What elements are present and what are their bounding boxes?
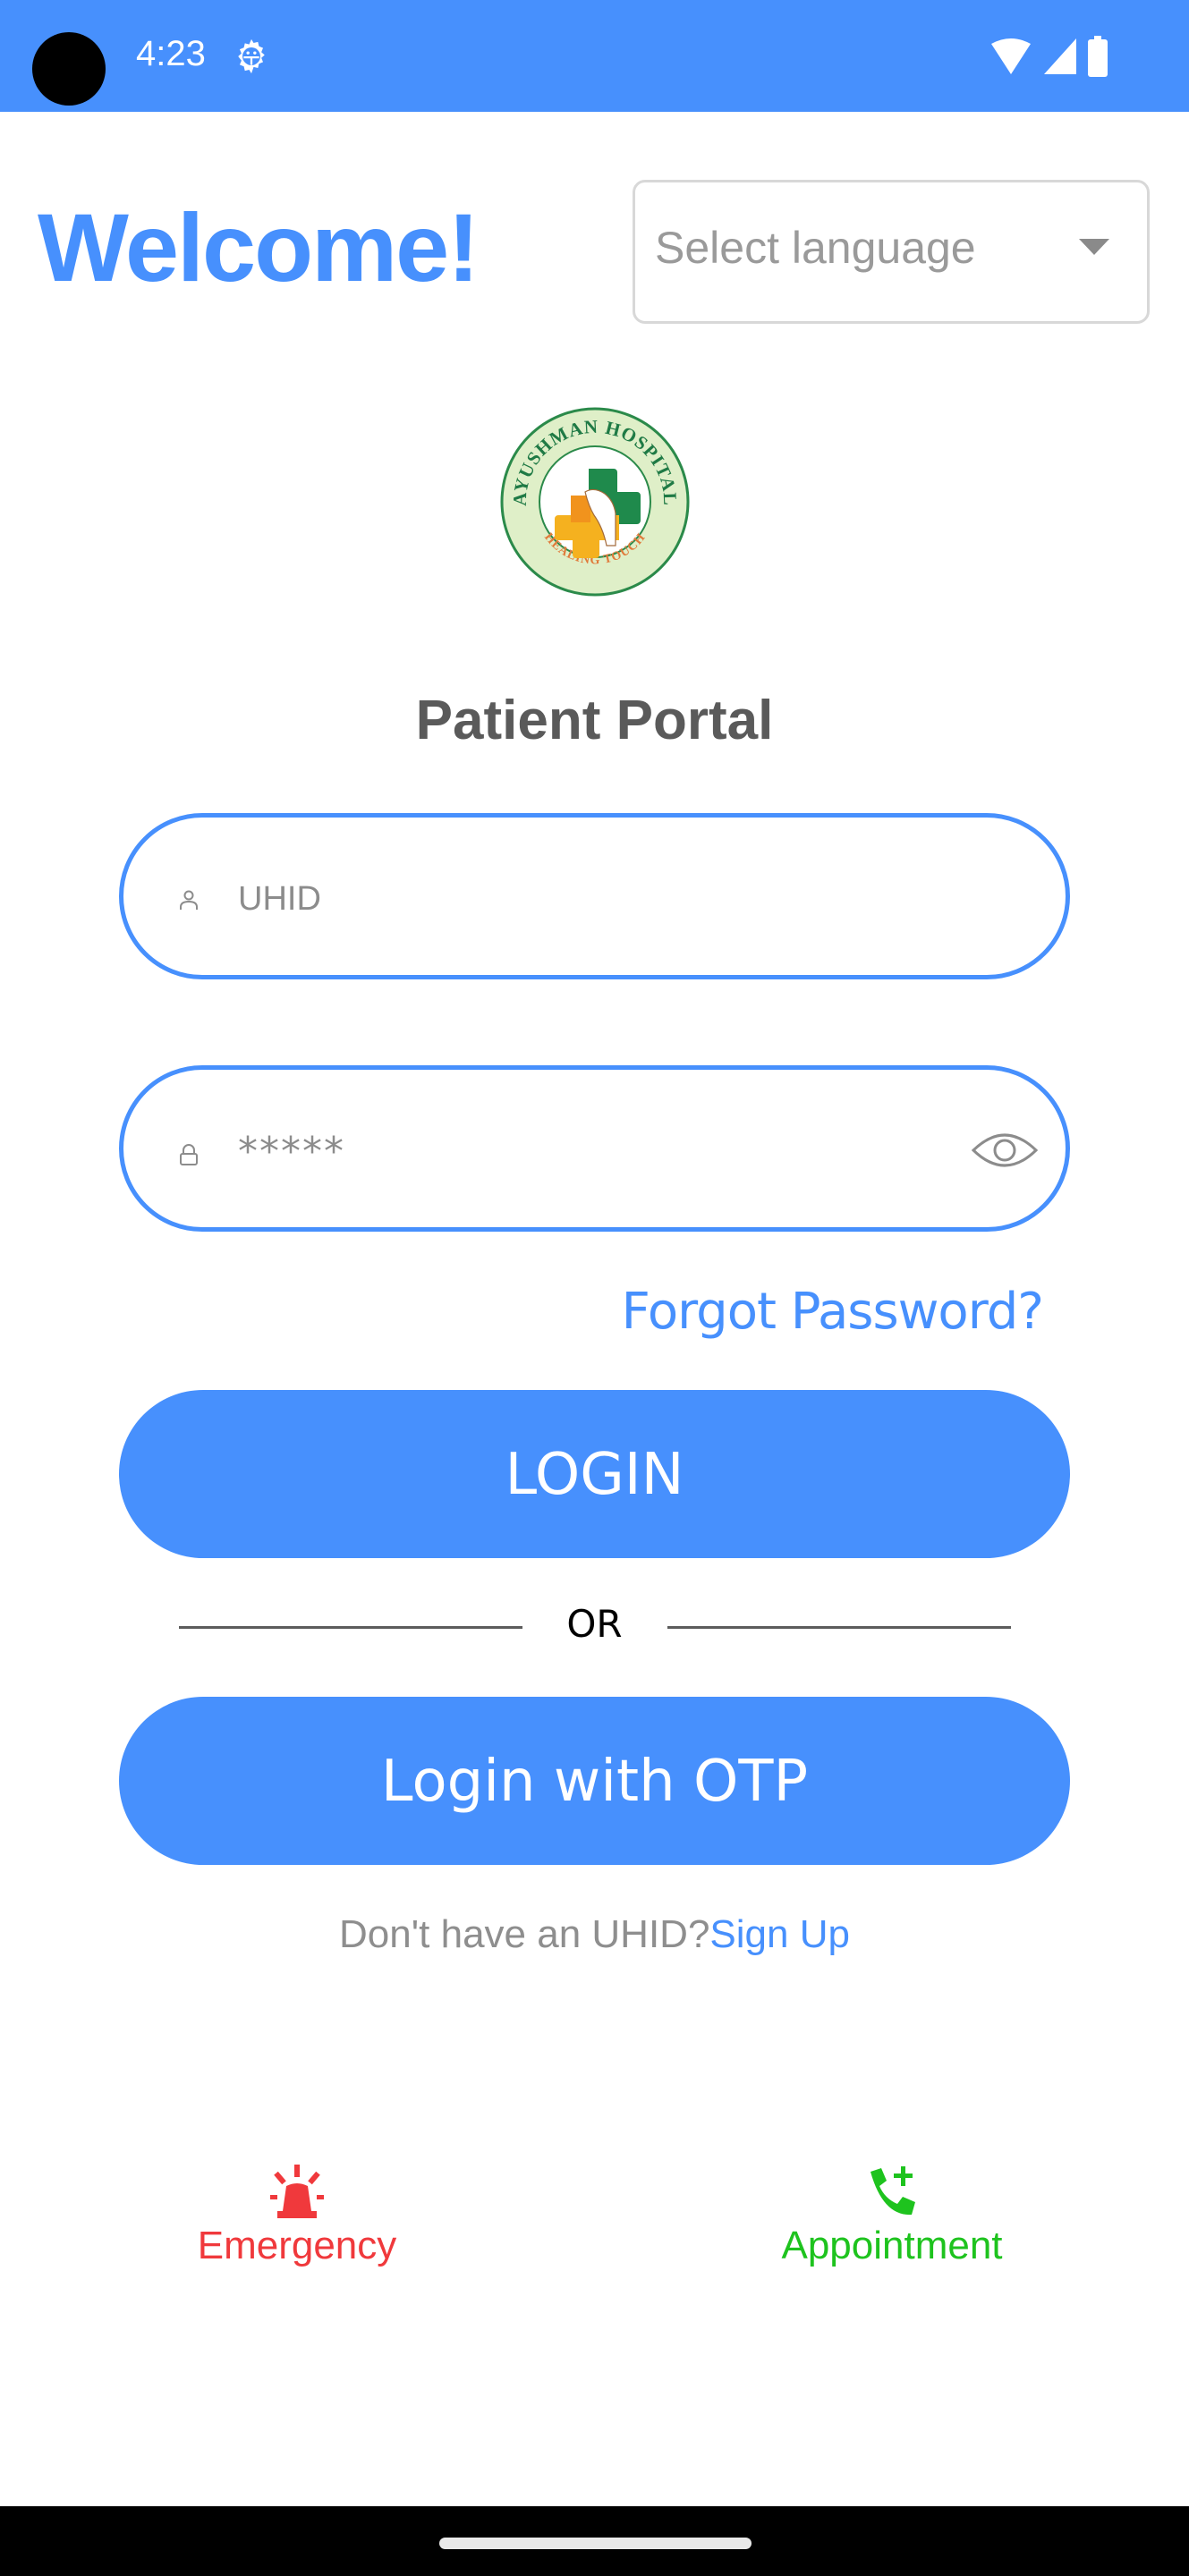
login-button[interactable]: LOGIN bbox=[119, 1390, 1070, 1558]
password-placeholder: ***** bbox=[238, 1129, 345, 1174]
signup-link[interactable]: Sign Up bbox=[709, 1912, 850, 1956]
language-select-placeholder: Select language bbox=[655, 223, 976, 273]
status-bar: 4:23 bbox=[0, 0, 1189, 112]
wifi-icon bbox=[991, 38, 1031, 74]
welcome-heading: Welcome! bbox=[38, 193, 480, 301]
dropdown-caret-icon bbox=[1079, 239, 1109, 255]
cellular-signal-icon bbox=[1044, 38, 1076, 74]
status-time: 4:23 bbox=[136, 34, 206, 73]
lock-icon bbox=[180, 1144, 198, 1165]
appointment-button[interactable]: Appointment bbox=[749, 2165, 1035, 2268]
home-gesture-handle[interactable] bbox=[439, 2538, 752, 2549]
uhid-placeholder: UHID bbox=[238, 880, 321, 918]
appointment-label: Appointment bbox=[781, 2224, 1003, 2267]
system-navigation-bar bbox=[0, 2506, 1189, 2576]
language-select[interactable]: Select language bbox=[633, 180, 1150, 324]
or-divider-label: OR bbox=[566, 1602, 623, 1646]
emergency-button[interactable]: Emergency bbox=[154, 2165, 440, 2268]
system-status-icons bbox=[989, 36, 1108, 77]
divider-line-right bbox=[667, 1626, 1011, 1629]
uhid-input[interactable]: UHID bbox=[119, 813, 1070, 979]
emergency-label: Emergency bbox=[197, 2224, 397, 2267]
login-with-otp-button[interactable]: Login with OTP bbox=[119, 1697, 1070, 1865]
phone-add-icon bbox=[871, 2166, 915, 2216]
forgot-password-link[interactable]: Forgot Password? bbox=[622, 1283, 1044, 1341]
password-input[interactable]: ***** bbox=[119, 1065, 1070, 1232]
signup-prompt: Don't have an UHID? bbox=[339, 1912, 710, 1956]
hospital-logo: AYUSHMAN HOSPITAL HEALING TOUCH bbox=[500, 407, 690, 597]
portal-title: Patient Portal bbox=[415, 690, 774, 751]
eye-icon[interactable] bbox=[971, 1131, 1039, 1170]
settings-gear-icon bbox=[238, 38, 265, 74]
camera-cutout bbox=[32, 32, 106, 106]
siren-icon bbox=[270, 2165, 324, 2218]
signup-row: Don't have an UHID?Sign Up bbox=[0, 1912, 1189, 1957]
battery-icon bbox=[1088, 36, 1108, 77]
person-icon bbox=[180, 890, 198, 910]
